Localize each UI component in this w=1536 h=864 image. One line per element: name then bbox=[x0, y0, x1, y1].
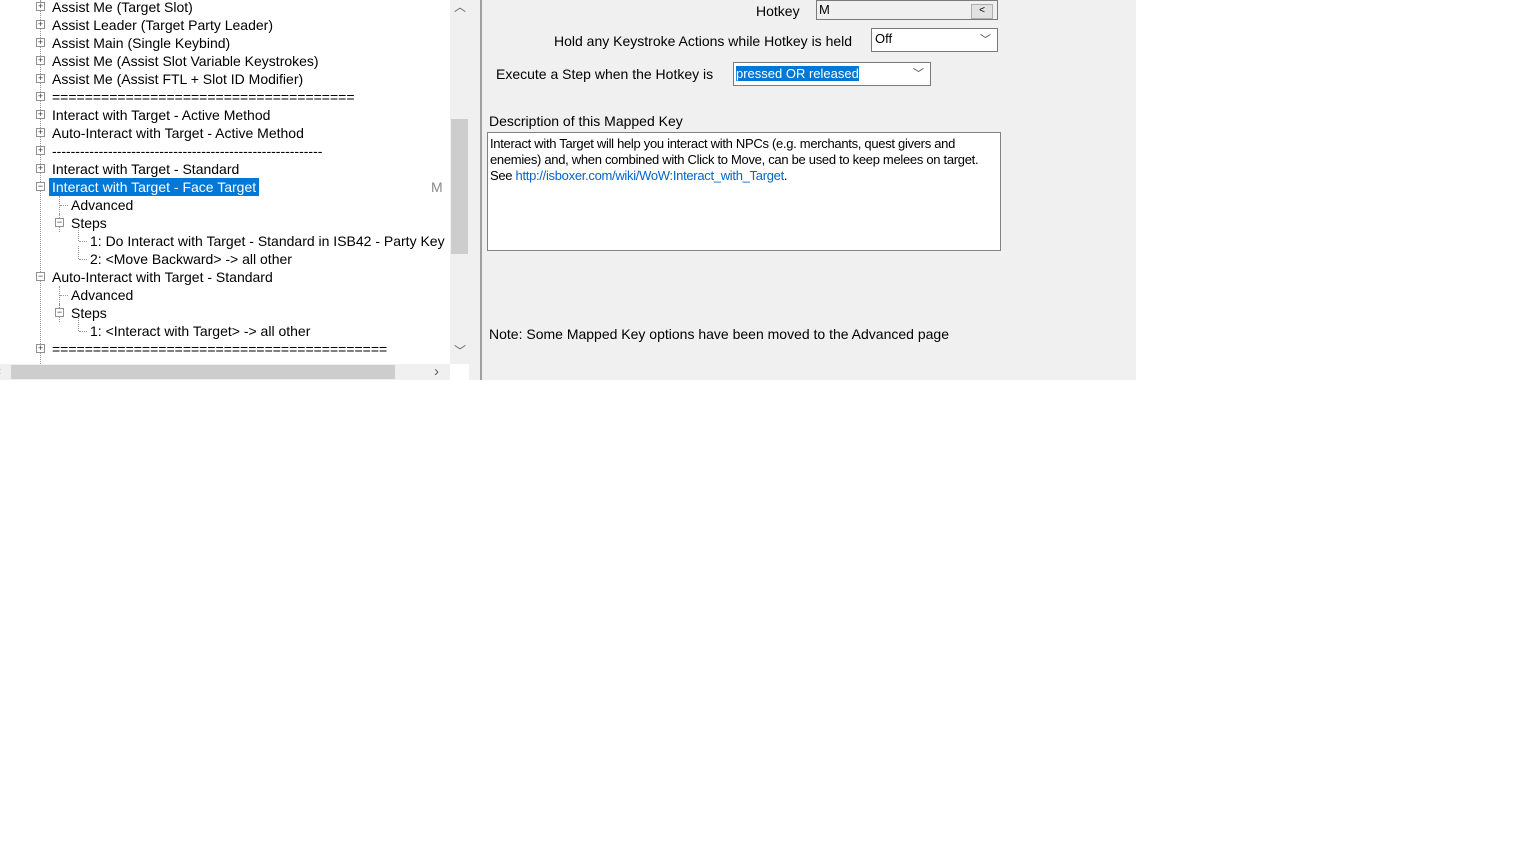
tree-item[interactable]: − Auto-Interact with Target - Standard bbox=[0, 268, 450, 286]
expand-icon[interactable]: + bbox=[36, 164, 45, 173]
tree-item[interactable]: 1: Do Interact with Target - Standard in… bbox=[0, 228, 450, 250]
tree-item[interactable]: + ---------------------------------------… bbox=[0, 142, 450, 160]
clear-hotkey-button[interactable]: < bbox=[971, 4, 993, 19]
expand-icon[interactable]: + bbox=[36, 110, 45, 119]
tree-item-label: Interact with Target - Active Method bbox=[52, 107, 271, 123]
tree-item[interactable]: + Auto-Interact with Target - Active Meth… bbox=[0, 124, 450, 142]
horizontal-scroll-thumb[interactable] bbox=[11, 365, 395, 379]
scroll-left-icon[interactable]: ‹ bbox=[0, 364, 1, 378]
tree-item-label: Steps bbox=[71, 305, 107, 321]
tree-item-label: Assist Me (Assist FTL + Slot ID Modifier… bbox=[52, 71, 304, 87]
tree-item-hotkey: M bbox=[431, 179, 443, 195]
chevron-down-icon: ﹀ bbox=[980, 34, 991, 46]
scroll-down-icon[interactable]: ﹀ bbox=[454, 342, 466, 359]
tree-item[interactable]: 2: <Move Backward> -> all other bbox=[0, 246, 450, 268]
tree-item-label: Auto-Interact with Target - Active Metho… bbox=[52, 125, 304, 141]
tree-guide-line bbox=[60, 295, 68, 296]
mapped-key-panel: Hotkey M < Hold any Keystroke Actions wh… bbox=[482, 0, 1136, 380]
tree-item[interactable]: Advanced bbox=[0, 286, 450, 304]
tree-vertical-scrollbar[interactable]: ︿ ﹀ bbox=[450, 0, 469, 364]
collapse-icon[interactable]: − bbox=[36, 272, 45, 281]
tree-item[interactable]: + =======================================… bbox=[0, 340, 450, 358]
expand-icon[interactable]: + bbox=[36, 56, 45, 65]
description-see: See bbox=[490, 168, 516, 183]
tree-item-label: 1: <Interact with Target> -> all other bbox=[90, 323, 311, 339]
tree-item-label: Advanced bbox=[71, 287, 134, 303]
tree-item-label: 2: <Move Backward> -> all other bbox=[90, 251, 292, 267]
description-end: . bbox=[783, 168, 788, 183]
collapse-icon[interactable]: − bbox=[36, 182, 45, 191]
wiki-link[interactable]: http://isboxer.com/wiki/WoW:Interact_wit… bbox=[516, 168, 785, 183]
chevron-down-icon: ﹀ bbox=[913, 68, 924, 80]
tree-item[interactable]: + Assist Leader (Target Party Leader) bbox=[0, 16, 450, 34]
tree-item[interactable]: − Steps bbox=[0, 214, 450, 232]
expand-icon[interactable]: + bbox=[36, 74, 45, 83]
collapse-icon[interactable]: − bbox=[55, 308, 64, 317]
tree-guide-line bbox=[78, 246, 79, 259]
expand-icon[interactable]: + bbox=[36, 20, 45, 29]
hotkey-field[interactable]: M < bbox=[816, 0, 998, 20]
expand-icon[interactable]: + bbox=[36, 2, 45, 11]
tree-item[interactable]: − Steps bbox=[0, 304, 450, 322]
collapse-icon[interactable]: − bbox=[55, 218, 64, 227]
tree-item[interactable]: + Assist Main (Single Keybind) bbox=[0, 34, 450, 52]
tree-item-label: Steps bbox=[71, 215, 107, 231]
tree-item[interactable]: Advanced bbox=[0, 196, 450, 214]
tree-item-label: Interact with Target - Face Target bbox=[49, 178, 260, 196]
tree-item-label: Interact with Target - Standard bbox=[52, 161, 240, 177]
expand-icon[interactable]: + bbox=[36, 344, 45, 353]
splitter[interactable] bbox=[469, 0, 482, 380]
hotkey-label: Hotkey bbox=[756, 3, 800, 19]
tree-item-label: Assist Main (Single Keybind) bbox=[52, 35, 231, 51]
advanced-note: Note: Some Mapped Key options have been … bbox=[489, 326, 949, 342]
tree-item-label: Auto-Interact with Target - Standard bbox=[52, 269, 273, 285]
tree-guide-line bbox=[78, 318, 79, 331]
description-textarea[interactable]: Interact with Target will help you inter… bbox=[487, 132, 1001, 251]
hold-select[interactable]: Off ﹀ bbox=[871, 28, 998, 52]
tree-item[interactable]: 1: <Interact with Target> -> all other bbox=[0, 318, 450, 340]
tree-guide-line bbox=[79, 331, 87, 332]
hold-value: Off bbox=[875, 31, 893, 46]
expand-icon[interactable]: + bbox=[36, 146, 45, 155]
tree-item[interactable]: + Assist Me (Assist Slot Variable Keystro… bbox=[0, 52, 450, 70]
tree-item-label: ----------------------------------------… bbox=[52, 143, 323, 159]
execute-label: Execute a Step when the Hotkey is bbox=[496, 66, 714, 82]
tree-item-label: Assist Me (Assist Slot Variable Keystrok… bbox=[52, 53, 319, 69]
vertical-scroll-thumb[interactable] bbox=[451, 119, 468, 254]
tree-guide-line bbox=[79, 241, 87, 242]
description-label: Description of this Mapped Key bbox=[489, 113, 683, 129]
hotkey-value: M bbox=[819, 2, 830, 17]
expand-icon[interactable]: + bbox=[36, 92, 45, 101]
scroll-up-icon[interactable]: ︿ bbox=[454, 0, 466, 15]
tree-item[interactable]: + Assist Me (Assist FTL + Slot ID Modifie… bbox=[0, 70, 450, 88]
tree-item-label: 1: Do Interact with Target - Standard in… bbox=[90, 233, 445, 249]
tree-item-label: ===================================== bbox=[52, 89, 355, 105]
tree-guide-line bbox=[78, 228, 79, 241]
tree-item-label: Assist Leader (Target Party Leader) bbox=[52, 17, 273, 33]
tree-guide-line bbox=[60, 205, 68, 206]
tree-item-label: Assist Me (Target Slot) bbox=[52, 0, 193, 15]
hold-label: Hold any Keystroke Actions while Hotkey … bbox=[554, 33, 853, 49]
tree-guide-line bbox=[79, 259, 87, 260]
description-text: Interact with Target will help you inter… bbox=[490, 136, 979, 167]
execute-value: pressed OR released bbox=[736, 66, 859, 81]
tree-item[interactable]: + Assist Me (Target Slot) bbox=[0, 0, 450, 16]
tree-item-label: ========================================… bbox=[52, 341, 388, 357]
tree-item-label: Advanced bbox=[71, 197, 134, 213]
expand-icon[interactable]: + bbox=[36, 38, 45, 47]
tree-item[interactable]: − Interact with Target - Face Target M bbox=[0, 178, 450, 196]
execute-select[interactable]: pressed OR released ﹀ bbox=[733, 62, 931, 86]
mapped-key-tree[interactable]: + Assist Me (Target Slot) + Assist Leader (… bbox=[0, 0, 450, 364]
expand-icon[interactable]: + bbox=[36, 128, 45, 137]
tree-item[interactable]: + ===================================== bbox=[0, 88, 450, 106]
tree-item[interactable]: + Interact with Target - Active Method bbox=[0, 106, 450, 124]
tree-item[interactable]: + Interact with Target - Standard bbox=[0, 160, 450, 178]
scroll-right-icon[interactable]: › bbox=[434, 364, 439, 379]
tree-horizontal-scrollbar[interactable]: ‹ › bbox=[0, 364, 450, 380]
